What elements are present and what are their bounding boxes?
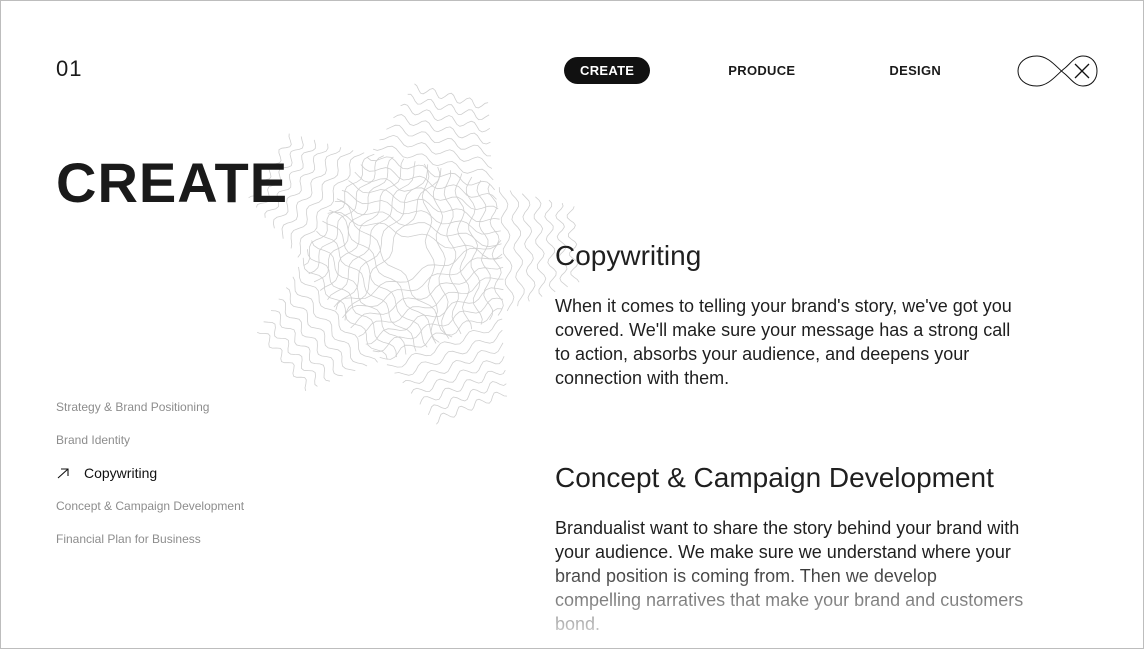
star-wave-line	[386, 124, 491, 157]
service-item-concept-campaign[interactable]: Concept & Campaign Development	[56, 489, 244, 522]
service-item-strategy[interactable]: Strategy & Brand Positioning	[56, 390, 244, 423]
star-wave-line	[298, 266, 378, 363]
star-wave-line	[379, 134, 493, 169]
service-item-brand-identity[interactable]: Brand Identity	[56, 423, 244, 456]
nav-tab-create[interactable]: CREATE	[564, 57, 651, 84]
star-wave-line	[487, 183, 504, 316]
star-wave-line	[322, 220, 428, 348]
star-wave-line	[257, 332, 307, 391]
infinity-close-icon	[1017, 55, 1098, 87]
page-title: CREATE	[56, 151, 289, 214]
star-wave-line	[348, 180, 500, 223]
nav-tab-produce[interactable]: PRODUCE	[712, 57, 811, 84]
section-heading: Copywriting	[555, 240, 702, 271]
content-section-concept: Concept & Campaign Development Branduali…	[555, 462, 1025, 636]
service-item-label: Concept & Campaign Development	[56, 498, 245, 513]
section-body: Brandualist want to share the story behi…	[555, 518, 1024, 634]
service-item-label: Brand Identity	[56, 432, 131, 447]
star-wave-line	[334, 200, 502, 248]
service-item-label: Strategy & Brand Positioning	[56, 399, 210, 414]
service-item-label: Financial Plan for Business	[56, 531, 201, 546]
section-number: 01	[56, 56, 83, 81]
star-wave-line	[379, 308, 503, 360]
service-item-copywriting[interactable]: Copywriting	[56, 456, 244, 489]
star-wave-line	[521, 193, 536, 302]
section-body: When it comes to telling your brand's st…	[555, 296, 1012, 388]
star-wave-line	[414, 83, 489, 109]
star-wave-line	[342, 253, 503, 319]
star-wave-line	[476, 180, 493, 321]
star-wave-line	[292, 276, 368, 367]
close-button[interactable]	[1017, 54, 1098, 88]
top-nav: CREATE PRODUCE DESIGN	[564, 57, 957, 84]
star-wave-line	[307, 249, 397, 358]
content-section-copywriting: Copywriting When it comes to telling you…	[555, 240, 1025, 390]
service-content: Copywriting When it comes to telling you…	[555, 240, 1025, 636]
star-wave-line	[290, 150, 354, 249]
section-heading: Concept & Campaign Development	[555, 462, 994, 493]
service-list: Strategy & Brand Positioning Brand Ident…	[56, 390, 244, 555]
star-wave-line	[509, 190, 525, 307]
star-wave-line	[436, 391, 508, 425]
star-wave-line	[285, 287, 356, 371]
star-wave-line	[533, 196, 547, 297]
star-wave-line	[498, 187, 515, 312]
star-wave-line	[365, 287, 504, 345]
star-wave-line	[394, 329, 503, 376]
star-wave-line	[281, 147, 342, 239]
star-wave-line	[308, 155, 384, 275]
arrow-up-right-icon	[57, 467, 69, 478]
star-wave-line	[372, 297, 504, 353]
star-wave-line	[402, 342, 504, 384]
service-item-label: Copywriting	[84, 464, 158, 481]
service-item-financial-plan[interactable]: Financial Plan for Business	[56, 522, 244, 555]
nav-tab-design[interactable]: DESIGN	[873, 57, 957, 84]
